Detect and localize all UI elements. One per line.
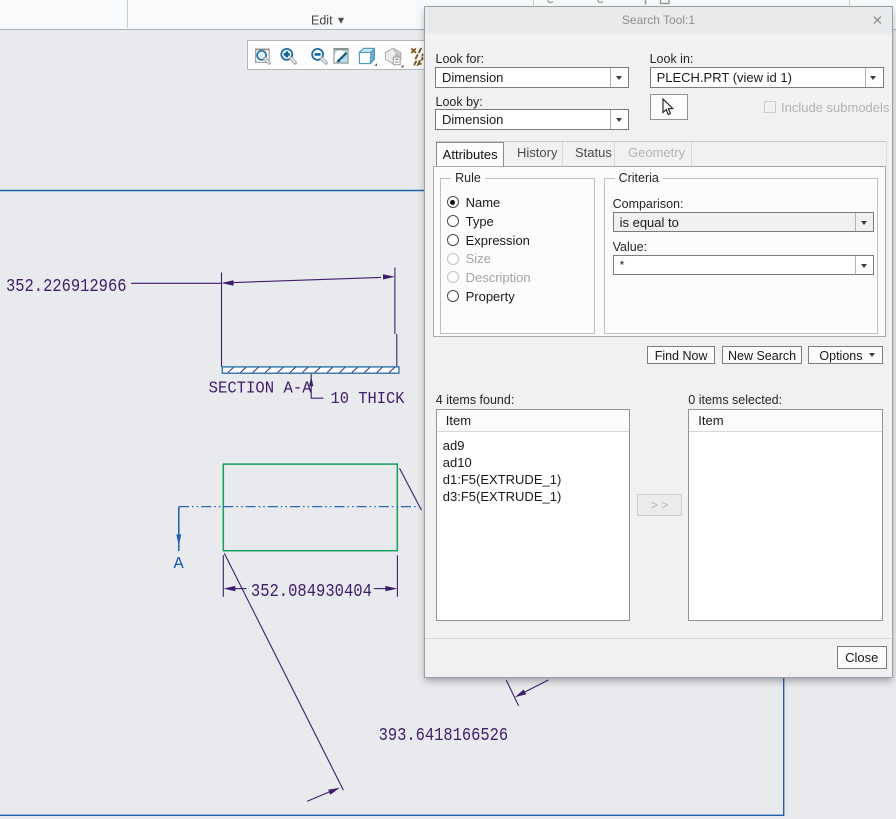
svg-text:352.084930404: 352.084930404 [251, 582, 372, 602]
svg-text:SECTION A-A: SECTION A-A [209, 380, 313, 399]
svg-text:393.6418166526: 393.6418166526 [379, 726, 509, 746]
svg-text:10 THICK: 10 THICK [331, 390, 406, 409]
svg-text:352.226912966: 352.226912966 [6, 277, 127, 297]
svg-text:A: A [174, 555, 185, 574]
